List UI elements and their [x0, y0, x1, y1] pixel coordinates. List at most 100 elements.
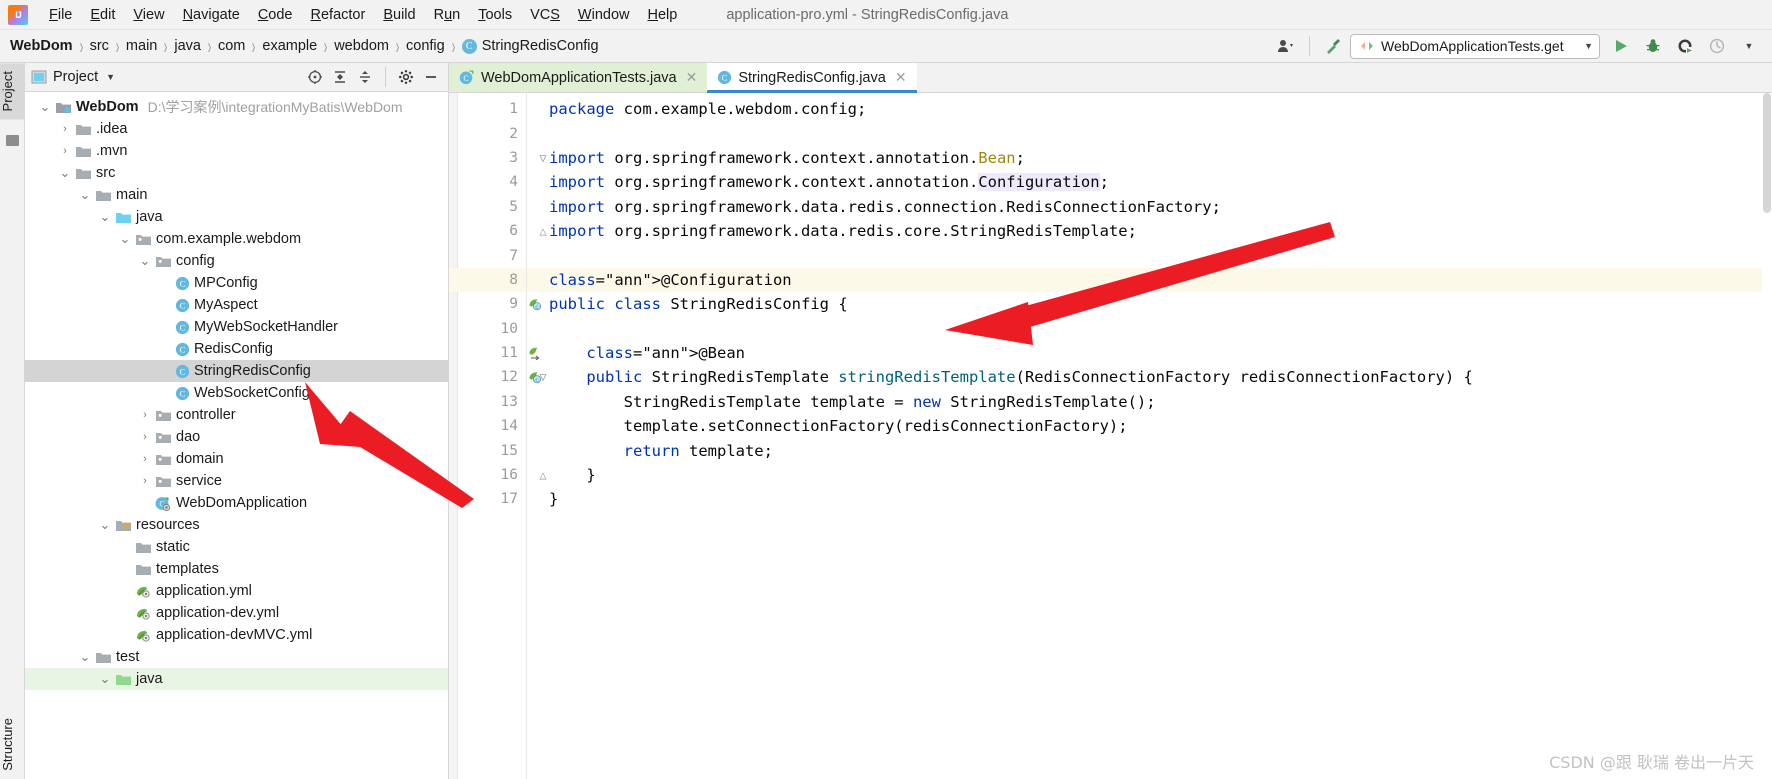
chevron-down-icon[interactable]: ⌄	[99, 517, 111, 533]
code-fold-end-icon[interactable]: △	[537, 468, 549, 482]
favorites-folder-icon[interactable]	[6, 135, 19, 146]
code-line-1[interactable]: package com.example.webdom.config;	[527, 97, 1772, 121]
tree-item-myaspect[interactable]: C MyAspect	[25, 294, 448, 316]
code-line-12[interactable]: ▽ public StringRedisTemplate stringRedis…	[527, 365, 1772, 389]
tree-item-mpconfig[interactable]: C MPConfig	[25, 272, 448, 294]
code-line-2[interactable]	[527, 121, 1772, 145]
tree-item-application-yml[interactable]: application.yml	[25, 580, 448, 602]
tree-item-stringredisconfig[interactable]: C StringRedisConfig	[25, 360, 448, 382]
tree-item-websocketconfig[interactable]: C WebSocketConfig	[25, 382, 448, 404]
code-line-3[interactable]: ▽ import org.springframework.context.anno…	[527, 146, 1772, 170]
code-editor[interactable]: 1 2 3 4 5 6 7 8 9 C 10 11 12 C 13 14 15 16 17 package com.…	[449, 93, 1772, 779]
gutter-line-16[interactable]: 16	[449, 463, 526, 487]
run-configuration-selector[interactable]: WebDomApplicationTests.get ▼	[1350, 33, 1600, 59]
code-content[interactable]: package com.example.webdom.config; ▽ impor…	[527, 93, 1772, 779]
tree-item-src[interactable]: ⌄ src	[25, 162, 448, 184]
menu-item-tools[interactable]: Tools	[469, 4, 521, 26]
tree-item-resources[interactable]: ⌄ resources	[25, 514, 448, 536]
breadcrumb-item-com[interactable]: com	[218, 38, 245, 54]
breadcrumb-item-example[interactable]: example	[262, 38, 317, 54]
code-fold-end-icon[interactable]: △	[537, 224, 549, 238]
tree-item-service[interactable]: › service	[25, 470, 448, 492]
menu-item-view[interactable]: View	[124, 4, 173, 26]
gutter-line-6[interactable]: 6	[449, 219, 526, 243]
gutter-line-3[interactable]: 3	[449, 146, 526, 170]
menu-item-refactor[interactable]: Refactor	[302, 4, 375, 26]
hide-panel-icon[interactable]	[420, 66, 442, 88]
code-line-8[interactable]: class="ann">@Configuration	[527, 267, 1772, 293]
gutter-line-13[interactable]: 13	[449, 390, 526, 414]
code-fold-start-icon[interactable]: ▽	[537, 151, 549, 165]
chevron-right-icon[interactable]: ›	[59, 145, 71, 157]
code-line-14[interactable]: template.setConnectionFactory(redisConne…	[527, 414, 1772, 438]
locate-in-tree-icon[interactable]	[304, 66, 326, 88]
tree-item-webdomapplication[interactable]: C WebDomApplication	[25, 492, 448, 514]
code-line-17[interactable]: }	[527, 487, 1772, 511]
code-line-10[interactable]	[527, 317, 1772, 341]
chevron-down-icon[interactable]: ⌄	[139, 253, 151, 269]
menu-item-run[interactable]: Run	[425, 4, 470, 26]
breadcrumb-item-src[interactable]: src	[90, 38, 109, 54]
breadcrumb-item-webdom[interactable]: webdom	[334, 38, 389, 54]
menu-item-code[interactable]: Code	[249, 4, 302, 26]
gutter-line-8[interactable]: 8	[449, 267, 526, 293]
gutter-line-17[interactable]: 17	[449, 487, 526, 511]
chevron-right-icon[interactable]: ›	[139, 475, 151, 487]
code-fold-start-icon[interactable]: ▽	[537, 370, 549, 384]
gutter-line-10[interactable]: 10	[449, 317, 526, 341]
debug-bug-icon[interactable]	[1638, 33, 1668, 59]
chevron-down-icon[interactable]: ⌄	[79, 649, 91, 665]
tree-item-templates[interactable]: templates	[25, 558, 448, 580]
chevron-down-icon[interactable]: ⌄	[79, 187, 91, 203]
close-icon[interactable]: ✕	[686, 69, 698, 86]
chevron-down-icon[interactable]: ⌄	[59, 165, 71, 181]
gutter-line-11[interactable]: 11	[449, 341, 540, 365]
build-hammer-icon[interactable]	[1318, 33, 1348, 59]
tree-item-webdom[interactable]: ⌄ WebDom D:\学习案例\integrationMyBatis\WebDom	[25, 96, 448, 118]
tree-item-static[interactable]: static	[25, 536, 448, 558]
gutter-line-12[interactable]: 12 C	[449, 365, 541, 389]
sidebar-item-project[interactable]: Project	[0, 63, 25, 120]
breadcrumb-item-config[interactable]: config	[406, 38, 445, 54]
menu-item-vcs[interactable]: VCS	[521, 4, 569, 26]
chevron-down-icon[interactable]: ⌄	[39, 99, 51, 115]
menu-item-build[interactable]: Build	[374, 4, 424, 26]
sidebar-item-structure[interactable]: Structure	[0, 710, 25, 779]
settings-gear-icon[interactable]	[395, 66, 417, 88]
close-icon[interactable]: ✕	[895, 69, 907, 86]
gutter-line-2[interactable]: 2	[449, 121, 526, 145]
code-line-15[interactable]: return template;	[527, 438, 1772, 462]
breadcrumb-item-webdom[interactable]: WebDom	[10, 38, 73, 54]
tree-item-java[interactable]: ⌄ java	[25, 206, 448, 228]
menu-item-navigate[interactable]: Navigate	[174, 4, 249, 26]
tree-item--mvn[interactable]: › .mvn	[25, 140, 448, 162]
editor-gutter[interactable]: 1 2 3 4 5 6 7 8 9 C 10 11 12 C 13 14 15 16 17	[449, 93, 541, 779]
breadcrumb-current-file[interactable]: StringRedisConfig	[482, 38, 599, 54]
code-line-4[interactable]: import org.springframework.context.annot…	[527, 170, 1772, 194]
gutter-line-14[interactable]: 14	[449, 414, 526, 438]
code-line-6[interactable]: △ import org.springframework.data.redis.c…	[527, 219, 1772, 243]
tree-item-dao[interactable]: › dao	[25, 426, 448, 448]
gutter-line-15[interactable]: 15	[449, 438, 526, 462]
profiler-icon[interactable]	[1702, 33, 1732, 59]
tree-item-application-dev-yml[interactable]: application-dev.yml	[25, 602, 448, 624]
chevron-down-icon[interactable]: ⌄	[99, 671, 111, 687]
tree-item-test[interactable]: ⌄ test	[25, 646, 448, 668]
tree-item-controller[interactable]: › controller	[25, 404, 448, 426]
chevron-right-icon[interactable]: ›	[139, 453, 151, 465]
gutter-line-5[interactable]: 5	[449, 195, 526, 219]
collapse-all-icon[interactable]	[354, 66, 376, 88]
code-line-5[interactable]: import org.springframework.data.redis.co…	[527, 195, 1772, 219]
tree-item-java[interactable]: ⌄ java	[25, 668, 448, 690]
run-play-icon[interactable]	[1606, 33, 1636, 59]
code-line-11[interactable]: class="ann">@Bean	[527, 341, 1772, 365]
tree-item-application-devmvc-yml[interactable]: application-devMVC.yml	[25, 624, 448, 646]
editor-tab-stringredisconfig-java[interactable]: C StringRedisConfig.java ✕	[707, 63, 917, 93]
tree-item-mywebsockethandler[interactable]: C MyWebSocketHandler	[25, 316, 448, 338]
tree-item-com-example-webdom[interactable]: ⌄ com.example.webdom	[25, 228, 448, 250]
menu-item-file[interactable]: File	[40, 4, 81, 26]
chevron-right-icon[interactable]: ›	[59, 123, 71, 135]
menu-item-edit[interactable]: Edit	[81, 4, 124, 26]
tree-item--idea[interactable]: › .idea	[25, 118, 448, 140]
editor-tab-webdomapplicationtests-java[interactable]: C WebDomApplicationTests.java ✕	[449, 63, 708, 92]
